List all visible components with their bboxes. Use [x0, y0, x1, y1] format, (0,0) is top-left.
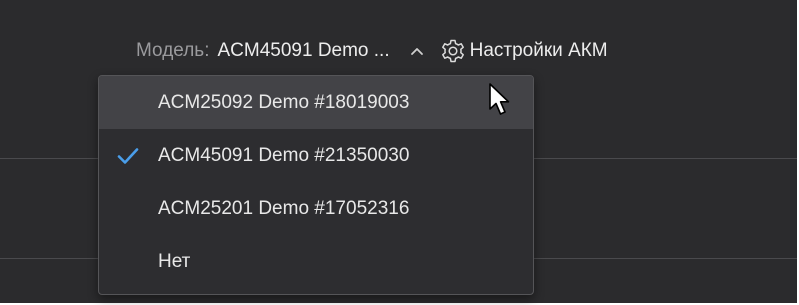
dropdown-item-selected[interactable]: ACM45091 Demo #21350030: [99, 129, 533, 182]
dropdown-item-none[interactable]: Нет: [99, 235, 533, 288]
main-panel: Модель: ACM45091 Demo ... Настройки АКМ …: [0, 0, 799, 305]
dropdown-item-label: ACM25201 Demo #17052316: [158, 197, 410, 219]
acm-settings-button[interactable]: Настройки АКМ: [440, 35, 608, 67]
model-value: ACM45091 Demo ...: [217, 40, 390, 61]
toolbar: Модель: ACM45091 Demo ... Настройки АКМ: [136, 33, 608, 69]
app-window: Модель: ACM45091 Demo ... Настройки АКМ …: [0, 0, 799, 305]
chevron-up-icon[interactable]: [410, 46, 424, 56]
dropdown-item-label: ACM45091 Demo #21350030: [158, 144, 410, 166]
model-dropdown-menu: ACM25092 Demo #18019003 ACM45091 Demo #2…: [98, 75, 534, 295]
dropdown-item-label: Нет: [158, 250, 191, 272]
acm-settings-label: Настройки АКМ: [469, 40, 608, 61]
dropdown-item[interactable]: ACM25201 Demo #17052316: [99, 182, 533, 235]
model-selector[interactable]: Модель: ACM45091 Demo ...: [136, 35, 424, 67]
gear-icon: [441, 39, 464, 63]
dropdown-item[interactable]: ACM25092 Demo #18019003: [99, 76, 533, 129]
model-label: Модель:: [136, 40, 210, 61]
dropdown-item-label: ACM25092 Demo #18019003: [158, 91, 410, 113]
checkmark-icon: [117, 147, 139, 164]
